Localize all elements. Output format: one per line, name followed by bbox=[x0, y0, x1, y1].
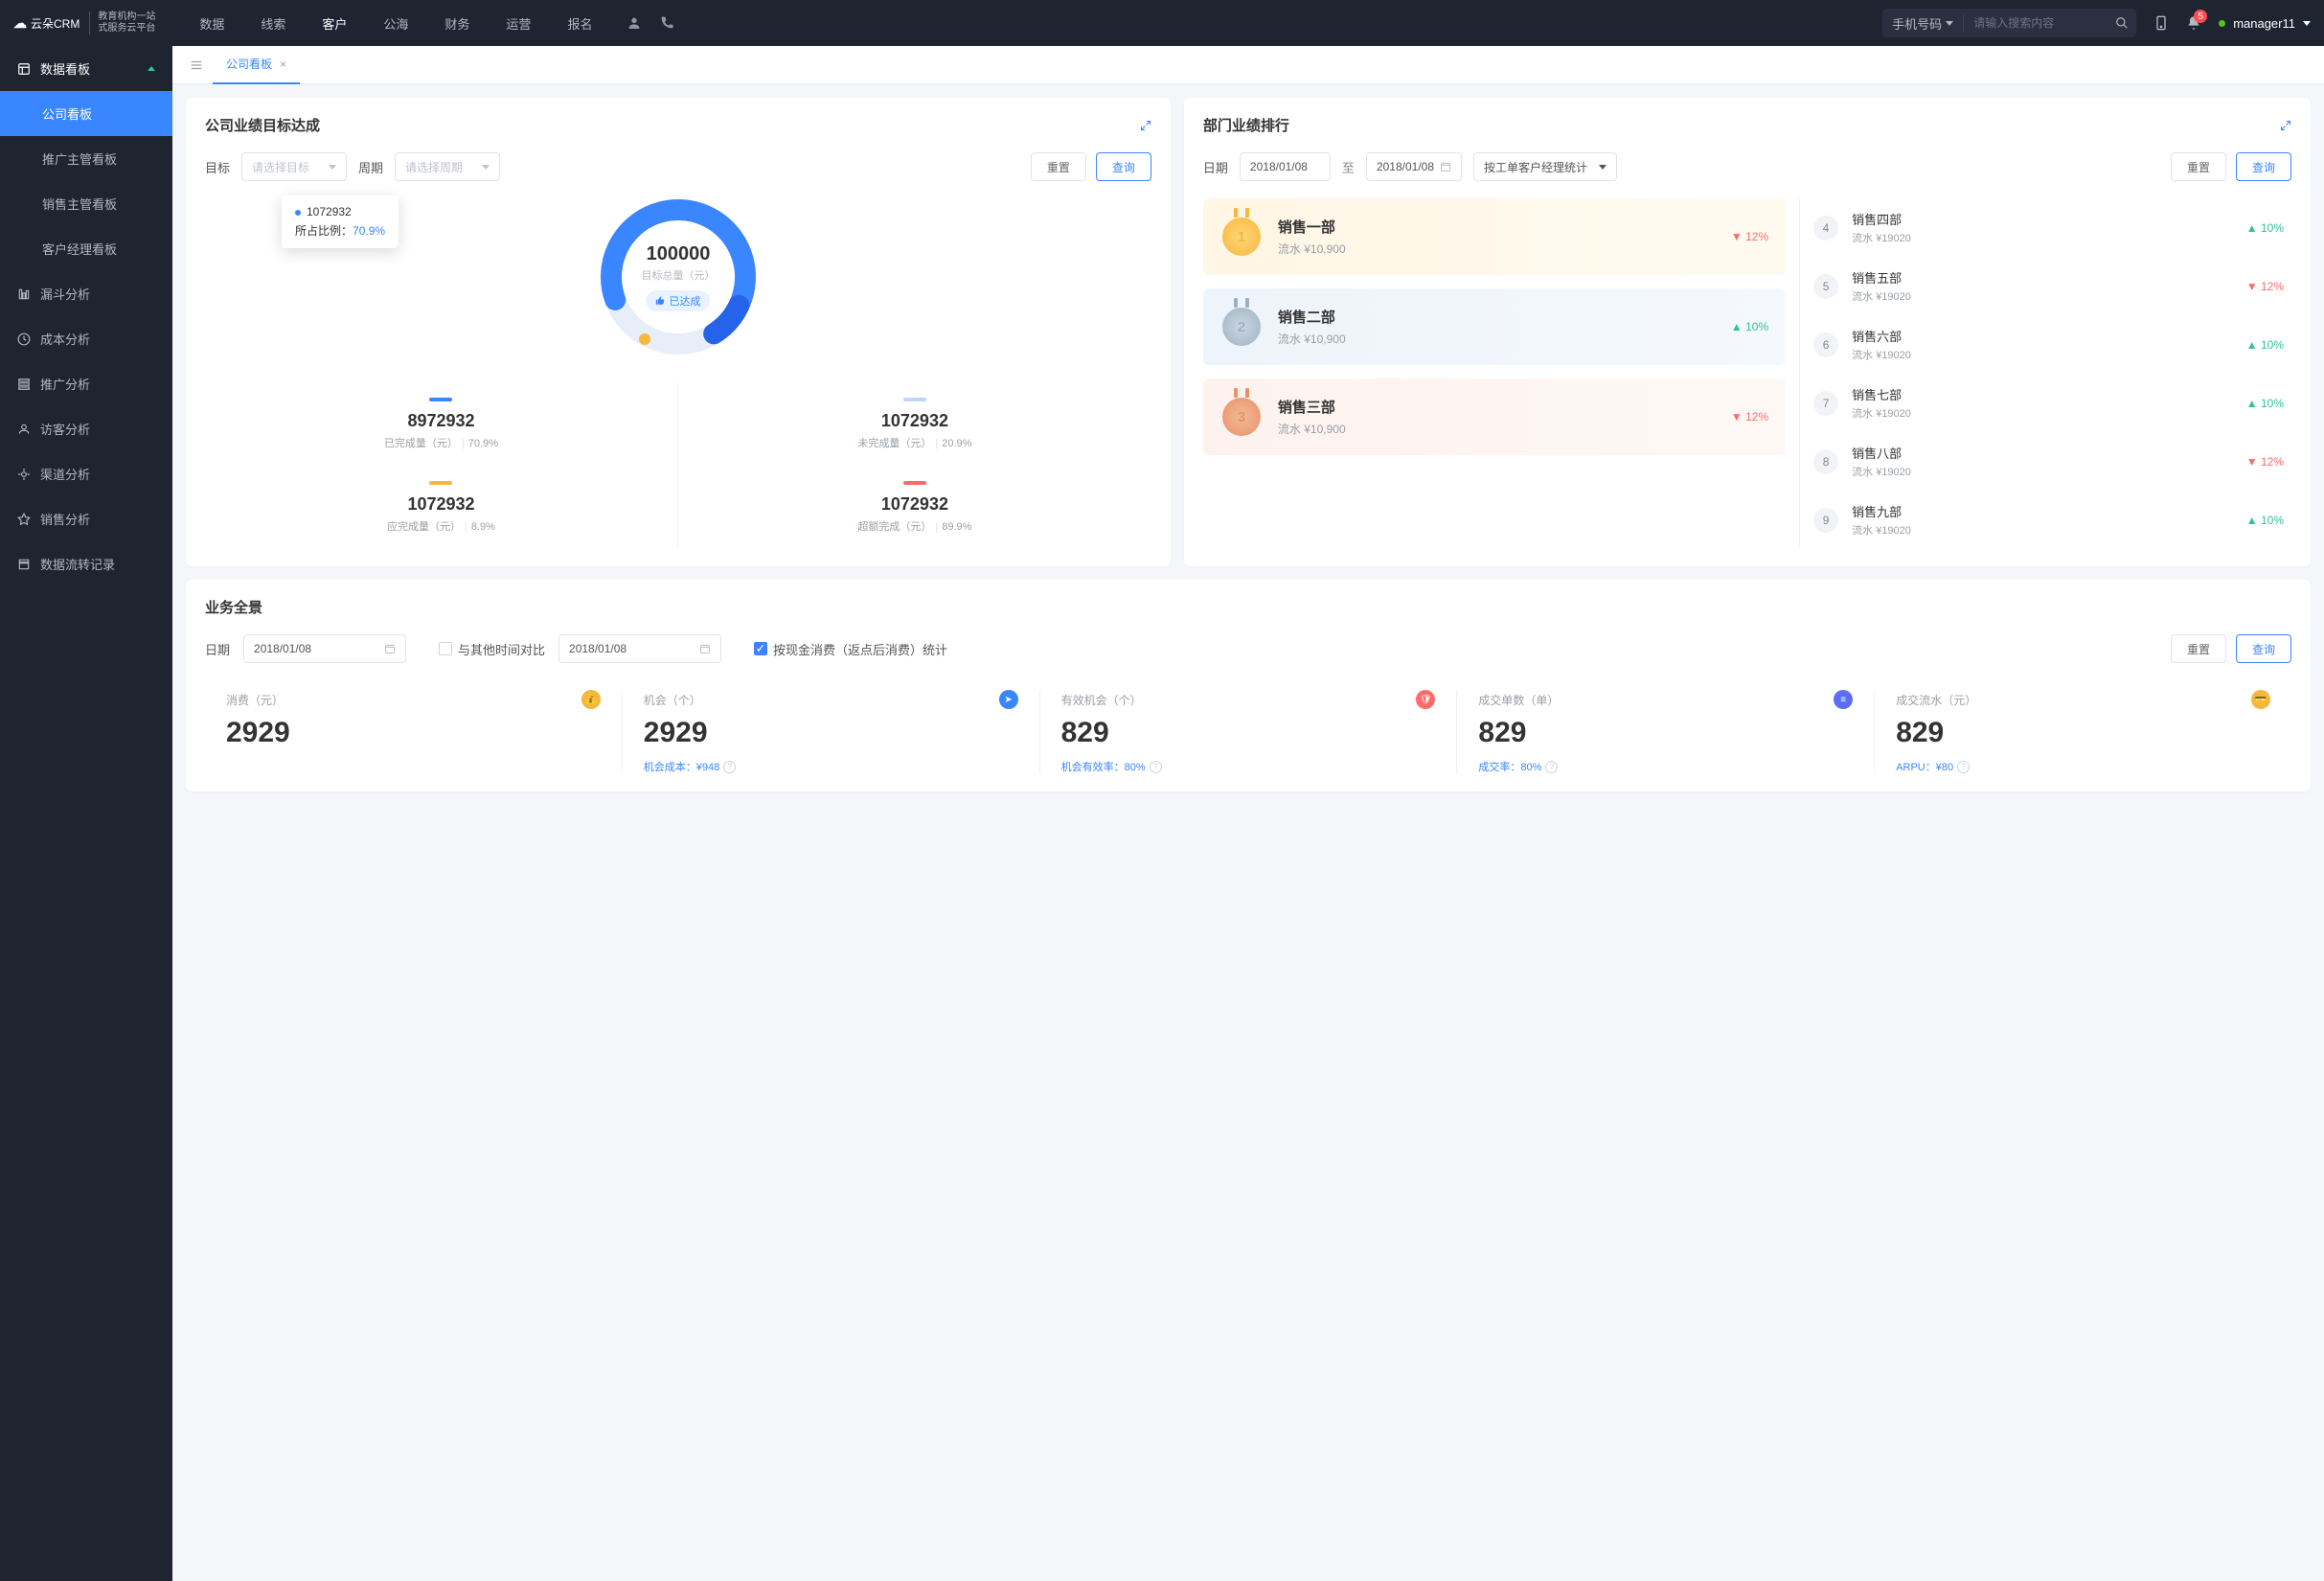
topnav-item[interactable]: 线索 bbox=[245, 1, 301, 46]
reset-button[interactable]: 重置 bbox=[2171, 634, 2226, 663]
chevron-down-icon bbox=[1946, 21, 1953, 26]
user-name: manager11 bbox=[2233, 16, 2295, 31]
user-icon[interactable] bbox=[627, 15, 642, 31]
rank-top-item[interactable]: 3销售三部流水 ¥10,900▼ 12% bbox=[1203, 378, 1786, 455]
rank-top-item[interactable]: 1销售一部流水 ¥10,900▼ 12% bbox=[1203, 198, 1786, 275]
search-button[interactable] bbox=[2108, 16, 2136, 30]
bell-icon[interactable]: 5 bbox=[2186, 15, 2201, 31]
metric-item: 成交单数（单）≡829成交率：80% ? bbox=[1457, 690, 1875, 774]
select-period[interactable]: 请选择周期 bbox=[395, 152, 500, 181]
topnav-item[interactable]: 报名 bbox=[552, 1, 607, 46]
reset-button[interactable]: 重置 bbox=[1031, 152, 1086, 181]
expand-icon[interactable] bbox=[1140, 120, 1151, 131]
chart-tooltip: 1072932 所占比例：70.9% bbox=[282, 195, 399, 248]
expand-icon[interactable] bbox=[2280, 120, 2291, 131]
donut-badge: 已达成 bbox=[646, 290, 710, 311]
sidebar-item[interactable]: 数据流转记录 bbox=[0, 541, 172, 586]
logo-mark: ☁ bbox=[13, 15, 27, 32]
user-menu[interactable]: manager11 bbox=[2219, 16, 2311, 31]
overview-card: 业务全景 日期 2018/01/08 与其他时间对比 20 bbox=[186, 580, 2311, 791]
reset-button[interactable]: 重置 bbox=[2171, 152, 2226, 181]
rank-title: 部门业绩排行 bbox=[1203, 115, 1289, 135]
rank-row[interactable]: 4销售四部流水 ¥19020▲ 10% bbox=[1806, 198, 2291, 257]
hamburger-icon[interactable] bbox=[180, 58, 213, 72]
legend-item: 1072932超额完成（元）|89.9% bbox=[678, 466, 1151, 549]
metric-item: 有效机会（个）🛡829机会有效率：80% ? bbox=[1040, 690, 1458, 774]
sidebar-sub-item[interactable]: 公司看板 bbox=[0, 91, 172, 136]
topnav-item[interactable]: 运营 bbox=[490, 1, 546, 46]
mobile-icon[interactable] bbox=[2153, 14, 2169, 32]
topnav-item[interactable]: 公海 bbox=[368, 1, 423, 46]
donut-label: 目标总量（元） bbox=[641, 267, 715, 283]
search-input[interactable] bbox=[1964, 16, 2108, 30]
query-button[interactable]: 查询 bbox=[1096, 152, 1151, 181]
status-dot bbox=[2219, 20, 2225, 27]
metric-item: 消费（元）💰2929 bbox=[205, 690, 623, 774]
query-button[interactable]: 查询 bbox=[2236, 152, 2291, 181]
date-input[interactable]: 2018/01/08 bbox=[243, 634, 406, 663]
sidebar-item[interactable]: 漏斗分析 bbox=[0, 271, 172, 316]
metric-item: 机会（个）➤2929机会成本：¥948 ? bbox=[623, 690, 1040, 774]
logo: ☁ 云朵CRM 教育机构一站 式服务云平台 bbox=[13, 11, 155, 34]
sidebar-sub-item[interactable]: 推广主管看板 bbox=[0, 136, 172, 181]
sidebar-sub-item[interactable]: 销售主管看板 bbox=[0, 181, 172, 226]
topnav-item[interactable]: 客户 bbox=[307, 1, 362, 46]
legend-item: 8972932已完成量（元）|70.9% bbox=[205, 382, 678, 466]
topnav-item[interactable]: 财务 bbox=[429, 1, 485, 46]
topbar: ☁ 云朵CRM 教育机构一站 式服务云平台 数据线索客户公海财务运营报名 手机号… bbox=[0, 0, 2324, 46]
goal-title: 公司业绩目标达成 bbox=[205, 115, 320, 135]
legend: 8972932已完成量（元）|70.9%1072932未完成量（元）|20.9%… bbox=[205, 382, 1151, 549]
rank-row[interactable]: 6销售六部流水 ¥19020▲ 10% bbox=[1806, 315, 2291, 374]
chevron-down-icon bbox=[1599, 165, 1606, 170]
sidebar-item[interactable]: 成本分析 bbox=[0, 316, 172, 361]
close-icon[interactable]: × bbox=[280, 57, 286, 71]
brand-sub: 教育机构一站 式服务云平台 bbox=[89, 11, 155, 34]
checkbox-compare[interactable] bbox=[439, 642, 452, 655]
topnav-item[interactable]: 数据 bbox=[184, 1, 239, 46]
label-date: 日期 bbox=[1203, 158, 1228, 176]
tab-company-dashboard[interactable]: 公司看板 × bbox=[213, 46, 300, 84]
rank-card: 部门业绩排行 日期 2018/01/08 至 bbox=[1184, 98, 2311, 566]
rank-row[interactable]: 8销售八部流水 ¥19020▼ 12% bbox=[1806, 432, 2291, 491]
checkbox-cash[interactable]: ✓ bbox=[754, 642, 767, 655]
date-to[interactable]: 2018/01/08 bbox=[1366, 152, 1462, 181]
sidebar-item[interactable]: 访客分析 bbox=[0, 406, 172, 451]
select-target[interactable]: 请选择目标 bbox=[241, 152, 347, 181]
label-period: 周期 bbox=[358, 158, 383, 176]
legend-item: 1072932未完成量（元）|20.9% bbox=[678, 382, 1151, 466]
legend-item: 1072932应完成量（元）|8.9% bbox=[205, 466, 678, 549]
donut-total: 100000 bbox=[647, 243, 711, 265]
select-groupby[interactable]: 按工单客户经理统计 bbox=[1473, 152, 1617, 181]
sidebar-group-dashboard[interactable]: 数据看板 bbox=[0, 46, 172, 91]
query-button[interactable]: 查询 bbox=[2236, 634, 2291, 663]
chevron-down-icon bbox=[2303, 21, 2311, 26]
date-from[interactable]: 2018/01/08 bbox=[1240, 152, 1331, 181]
rank-top-item[interactable]: 2销售二部流水 ¥10,900▲ 10% bbox=[1203, 288, 1786, 365]
sidebar-item[interactable]: 推广分析 bbox=[0, 361, 172, 406]
sidebar-item[interactable]: 渠道分析 bbox=[0, 451, 172, 496]
tabbar: 公司看板 × bbox=[172, 46, 2324, 84]
sidebar: 数据看板 公司看板推广主管看板销售主管看板客户经理看板 漏斗分析成本分析推广分析… bbox=[0, 46, 172, 1581]
notif-badge: 5 bbox=[2194, 10, 2207, 23]
search-box: 手机号码 bbox=[1882, 9, 2136, 37]
sidebar-sub-item[interactable]: 客户经理看板 bbox=[0, 226, 172, 271]
goal-card: 公司业绩目标达成 目标 请选择目标 周期 bbox=[186, 98, 1171, 566]
chevron-down-icon bbox=[482, 165, 490, 170]
search-type-select[interactable]: 手机号码 bbox=[1882, 14, 1964, 33]
rank-row[interactable]: 5销售五部流水 ¥19020▼ 12% bbox=[1806, 257, 2291, 315]
metric-item: 成交流水（元）💳829ARPU：¥80 ? bbox=[1875, 690, 2291, 774]
rank-row[interactable]: 7销售七部流水 ¥19020▲ 10% bbox=[1806, 374, 2291, 432]
chevron-down-icon bbox=[329, 165, 336, 170]
overview-title: 业务全景 bbox=[205, 597, 262, 617]
label-date: 日期 bbox=[205, 640, 230, 658]
label-target: 目标 bbox=[205, 158, 230, 176]
topnav: 数据线索客户公海财务运营报名 bbox=[184, 1, 607, 46]
sidebar-item[interactable]: 销售分析 bbox=[0, 496, 172, 541]
date-input-2[interactable]: 2018/01/08 bbox=[558, 634, 721, 663]
donut-chart: 100000 目标总量（元） 已达成 bbox=[592, 191, 764, 363]
rank-row[interactable]: 9销售九部流水 ¥19020▲ 10% bbox=[1806, 491, 2291, 549]
phone-icon[interactable] bbox=[659, 15, 674, 31]
chevron-up-icon bbox=[148, 66, 155, 71]
brand-name: 云朵CRM bbox=[31, 15, 80, 32]
